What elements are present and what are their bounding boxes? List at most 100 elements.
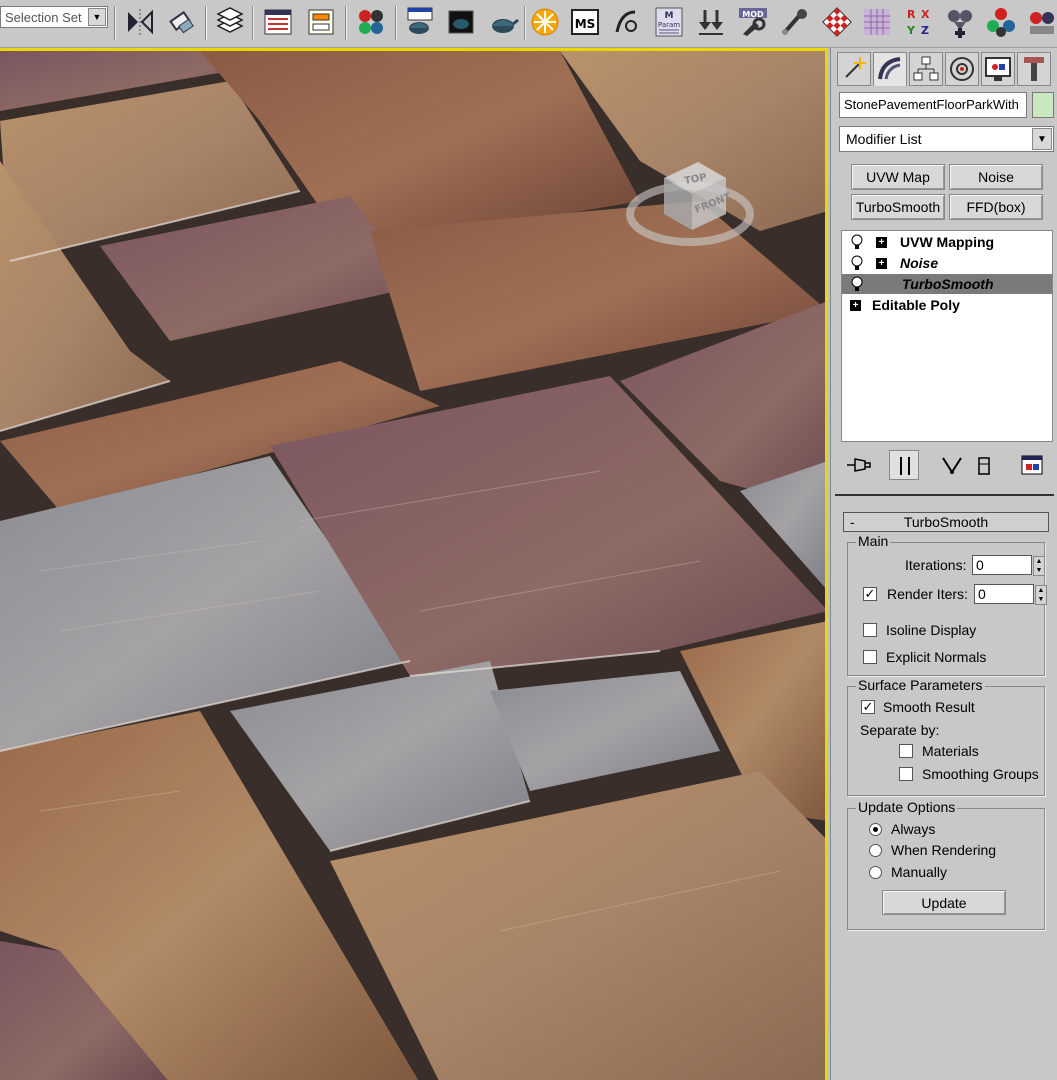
iterations-value: 0 <box>976 557 984 573</box>
manually-label: Manually <box>891 864 948 880</box>
turbosmooth-button[interactable]: TurboSmooth <box>851 194 945 220</box>
sun-icon[interactable] <box>529 6 561 38</box>
smooth-result-label: Smooth Result <box>883 699 975 715</box>
xyz-x: X <box>921 8 930 21</box>
custom-icon[interactable] <box>1026 6 1057 38</box>
chevron-down-icon[interactable]: ▼ <box>1032 128 1052 150</box>
viewport-scene: TOP FRONT <box>0 51 825 1080</box>
curve-editor-icon[interactable] <box>262 6 294 38</box>
group-title: Update Options <box>856 799 958 815</box>
explicit-normals-label: Explicit Normals <box>886 649 987 665</box>
selection-set-dropdown[interactable]: Selection Set ▼ <box>0 6 108 28</box>
expand-plus-icon[interactable]: + <box>876 258 887 269</box>
toolbar-separator <box>395 6 397 40</box>
show-end-result-icon[interactable] <box>889 450 919 480</box>
spinner-arrows-icon[interactable]: ▲ ▼ <box>1033 556 1045 576</box>
command-panel: StonePavementFloorParkWith Modifier List… <box>830 48 1057 1080</box>
stack-item-label: Noise <box>900 255 939 271</box>
chevron-down-icon[interactable]: ▼ <box>88 8 106 26</box>
perspective-viewport[interactable]: TOP FRONT <box>0 48 828 1080</box>
utilities-tab-icon[interactable] <box>1017 52 1051 86</box>
toolbar-separator <box>205 6 207 40</box>
modify-tab-icon[interactable] <box>873 52 907 86</box>
turbosmooth-rollout-header[interactable]: - TurboSmooth <box>843 512 1049 532</box>
maxscript-icon[interactable]: MS <box>569 6 601 38</box>
iterations-spinner[interactable]: 0 ▲ ▼ <box>972 555 1045 576</box>
ffd-box-button[interactable]: FFD(box) <box>949 194 1043 220</box>
stack-item-label: Editable Poly <box>872 297 960 313</box>
update-button[interactable]: Update <box>882 890 1006 915</box>
object-color-swatch[interactable] <box>1032 92 1054 118</box>
render-iters-checkbox[interactable]: ✓ <box>863 587 877 601</box>
grid-icon[interactable] <box>861 6 893 38</box>
reaction-icon[interactable] <box>611 6 643 38</box>
stack-item-uvw-mapping[interactable]: + UVW Mapping <box>842 232 1052 252</box>
checker-map-icon[interactable] <box>821 6 853 38</box>
xyz-transform-icon[interactable]: RXYZ <box>903 6 935 38</box>
schematic-view-icon[interactable] <box>305 6 337 38</box>
stack-item-turbosmooth[interactable]: TurboSmooth <box>842 274 1052 294</box>
isoline-display-checkbox[interactable] <box>863 623 877 637</box>
expand-plus-icon[interactable]: + <box>850 300 861 311</box>
stack-item-editable-poly[interactable]: + Editable Poly <box>842 295 1052 315</box>
materials-label: Materials <box>922 743 979 759</box>
mirror-icon[interactable] <box>124 6 156 38</box>
make-unique-icon[interactable] <box>937 450 967 480</box>
always-radio[interactable] <box>869 823 882 836</box>
param-editor-icon[interactable]: M Param <box>653 6 685 38</box>
materials-checkbox[interactable] <box>899 744 913 758</box>
mod-label: MOD <box>742 10 764 19</box>
noise-button[interactable]: Noise <box>949 164 1043 190</box>
particle-view-icon[interactable] <box>985 6 1017 38</box>
always-label: Always <box>891 821 936 837</box>
modifier-list-dropdown[interactable]: Modifier List ▼ <box>839 126 1054 152</box>
smoothing-groups-checkbox[interactable] <box>899 767 913 781</box>
rendered-frame-window-icon[interactable] <box>445 6 477 38</box>
maxscript-label: MS <box>575 17 596 31</box>
brush-icon[interactable] <box>779 6 811 38</box>
configure-modifier-sets-icon[interactable] <box>1017 450 1047 480</box>
create-tab-icon[interactable] <box>837 52 871 86</box>
material-editor-icon[interactable] <box>355 6 387 38</box>
render-iters-spinner[interactable]: 0 ▲ ▼ <box>974 584 1047 605</box>
uvw-map-button[interactable]: UVW Map <box>851 164 945 190</box>
remove-modifier-icon[interactable] <box>969 450 999 480</box>
render-iters-value: 0 <box>978 586 986 602</box>
modifier-icon[interactable]: MOD <box>737 6 769 38</box>
quick-render-icon[interactable] <box>487 6 519 38</box>
when-rendering-radio[interactable] <box>869 844 882 857</box>
light-bulb-icon[interactable] <box>850 255 864 271</box>
expand-plus-icon[interactable]: + <box>876 237 887 248</box>
collapse-minus-icon: - <box>850 514 855 530</box>
xyz-z: Z <box>921 24 929 37</box>
stack-item-noise[interactable]: + Noise <box>842 253 1052 273</box>
xyz-y: Y <box>906 24 916 37</box>
stack-item-label: TurboSmooth <box>902 276 994 292</box>
iterations-label: Iterations: <box>905 557 967 573</box>
manually-radio[interactable] <box>869 866 882 879</box>
xyz-r: R <box>907 8 916 21</box>
display-tab-icon[interactable] <box>981 52 1015 86</box>
layer-manager-icon[interactable] <box>214 6 246 38</box>
render-setup-icon[interactable] <box>404 6 436 38</box>
hierarchy-tab-icon[interactable] <box>909 52 943 86</box>
toolbar-separator <box>252 6 254 40</box>
toolbar-separator <box>524 6 526 40</box>
motion-tab-icon[interactable] <box>945 52 979 86</box>
smooth-result-checkbox[interactable]: ✓ <box>861 700 875 714</box>
when-rendering-label: When Rendering <box>891 842 997 858</box>
spinner-arrows-icon[interactable]: ▲ ▼ <box>1035 585 1047 605</box>
collapse-icon[interactable] <box>695 6 727 38</box>
explicit-normals-checkbox[interactable] <box>863 650 877 664</box>
rollout-title: TurboSmooth <box>903 514 989 530</box>
spacewarp-plus-icon[interactable] <box>944 6 976 38</box>
align-icon[interactable] <box>166 6 198 38</box>
light-bulb-icon[interactable] <box>850 276 864 292</box>
toolbar-separator <box>345 6 347 40</box>
light-bulb-icon[interactable] <box>850 234 864 250</box>
modifier-stack[interactable]: + UVW Mapping + Noise TurboSmooth + Edit… <box>841 230 1053 442</box>
object-name-field[interactable]: StonePavementFloorParkWith <box>839 92 1027 118</box>
selection-set-label: Selection Set <box>5 10 82 25</box>
group-title: Surface Parameters <box>856 677 985 693</box>
pin-stack-icon[interactable] <box>843 450 873 480</box>
